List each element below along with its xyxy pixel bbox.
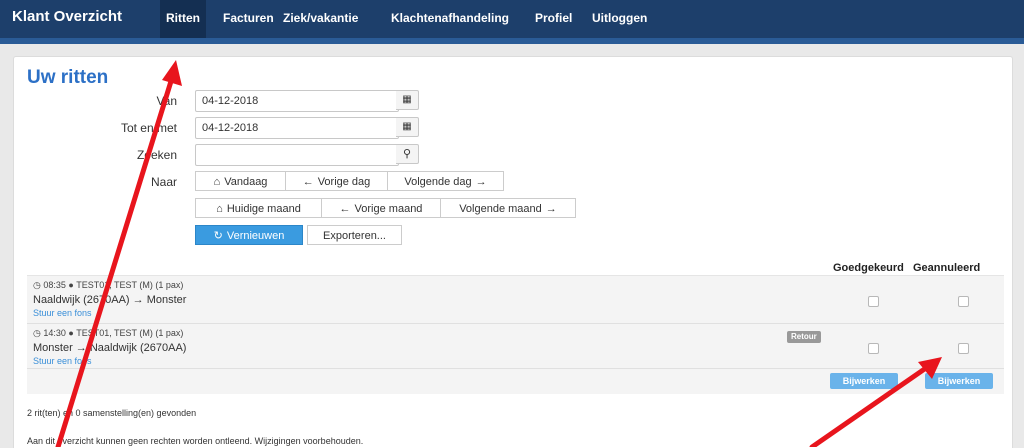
result-count: 2 rit(ten) en 0 samenstelling(en) gevond… bbox=[27, 408, 197, 418]
vandaag-button[interactable]: ⌂ Vandaag bbox=[195, 171, 286, 191]
user-icon: ● bbox=[68, 328, 74, 338]
top-navbar: Klant Overzicht Ritten Facturen Ziek/vak… bbox=[0, 0, 1024, 38]
zoeken-label: Zoeken bbox=[136, 148, 177, 162]
clock-icon: ◷ bbox=[33, 280, 41, 290]
vorige-dag-button[interactable]: ← Vorige dag bbox=[285, 171, 388, 191]
arrow-right-icon: → bbox=[545, 203, 557, 215]
user-icon: ● bbox=[68, 280, 74, 290]
stuur-een-fons-link[interactable]: Stuur een fons bbox=[33, 356, 92, 366]
ride-meta: ◷ 14:30 ● TEST01, TEST (M) (1 pax) bbox=[33, 328, 184, 338]
ride-route: Monster → Naaldwijk (2670AA) bbox=[33, 342, 187, 354]
goedgekeurd-checkbox[interactable] bbox=[868, 343, 879, 354]
ride-row: ◷ 08:35 ● TEST01, TEST (M) (1 pax) Naald… bbox=[27, 276, 1004, 324]
nav-item-ritten[interactable]: Ritten bbox=[160, 0, 206, 38]
van-label: Van bbox=[156, 94, 177, 108]
nav-item-profiel[interactable]: Profiel bbox=[529, 0, 578, 38]
search-icon[interactable]: ⚲ bbox=[396, 144, 419, 164]
ride-row: ◷ 14:30 ● TEST01, TEST (M) (1 pax) Monst… bbox=[27, 324, 1004, 369]
geannuleerd-checkbox[interactable] bbox=[958, 296, 969, 307]
volgende-maand-button[interactable]: Volgende maand → bbox=[440, 198, 576, 218]
update-bar: Bijwerken Bijwerken bbox=[27, 369, 1004, 394]
huidige-maand-button[interactable]: ⌂ Huidige maand bbox=[195, 198, 322, 218]
retour-badge: Retour bbox=[787, 331, 821, 343]
geannuleerd-header: Geannuleerd bbox=[913, 262, 981, 274]
tot-en-met-label: Tot en met bbox=[120, 121, 177, 135]
navbar-underline bbox=[0, 38, 1024, 44]
search-input[interactable] bbox=[195, 144, 399, 166]
exporteren-button[interactable]: Exporteren... bbox=[307, 225, 402, 245]
arrow-left-icon: ← bbox=[302, 176, 314, 188]
tot-en-met-date-field[interactable] bbox=[195, 117, 399, 139]
refresh-icon: ↻ bbox=[213, 230, 223, 242]
naar-label: Naar bbox=[150, 175, 177, 189]
calendar-icon[interactable]: ▦ bbox=[396, 117, 419, 137]
bijwerken-geannuleerd-button[interactable]: Bijwerken bbox=[925, 373, 993, 389]
clock-icon: ◷ bbox=[33, 328, 41, 338]
van-date-field[interactable] bbox=[195, 90, 399, 112]
ride-route: Naaldwijk (2670AA) → Monster bbox=[33, 294, 187, 306]
bijwerken-goedgekeurd-button[interactable]: Bijwerken bbox=[830, 373, 898, 389]
disclaimer: Aan dit overzicht kunnen geen rechten wo… bbox=[27, 436, 364, 446]
arrow-right-icon: → bbox=[475, 176, 487, 188]
nav-item-ziek-vakantie[interactable]: Ziek/vakantie bbox=[277, 0, 364, 38]
arrow-left-icon: ← bbox=[339, 203, 351, 215]
brand-title[interactable]: Klant Overzicht bbox=[12, 8, 122, 25]
calendar-icon[interactable]: ▦ bbox=[396, 90, 419, 110]
goedgekeurd-header: Goedgekeurd bbox=[833, 262, 904, 274]
vorige-maand-button[interactable]: ← Vorige maand bbox=[321, 198, 441, 218]
home-icon: ⌂ bbox=[213, 176, 221, 188]
volgende-dag-button[interactable]: Volgende dag → bbox=[387, 171, 504, 191]
page-title: Uw ritten bbox=[27, 67, 109, 88]
nav-item-facturen[interactable]: Facturen bbox=[217, 0, 280, 38]
home-icon: ⌂ bbox=[216, 203, 223, 215]
ride-meta: ◷ 08:35 ● TEST01, TEST (M) (1 pax) bbox=[33, 280, 184, 290]
vernieuwen-button[interactable]: ↻ Vernieuwen bbox=[195, 225, 303, 245]
goedgekeurd-checkbox[interactable] bbox=[868, 296, 879, 307]
nav-item-klachtenafhandeling[interactable]: Klachtenafhandeling bbox=[385, 0, 515, 38]
geannuleerd-checkbox[interactable] bbox=[958, 343, 969, 354]
stuur-een-fons-link[interactable]: Stuur een fons bbox=[33, 308, 92, 318]
nav-item-uitloggen[interactable]: Uitloggen bbox=[586, 0, 653, 38]
